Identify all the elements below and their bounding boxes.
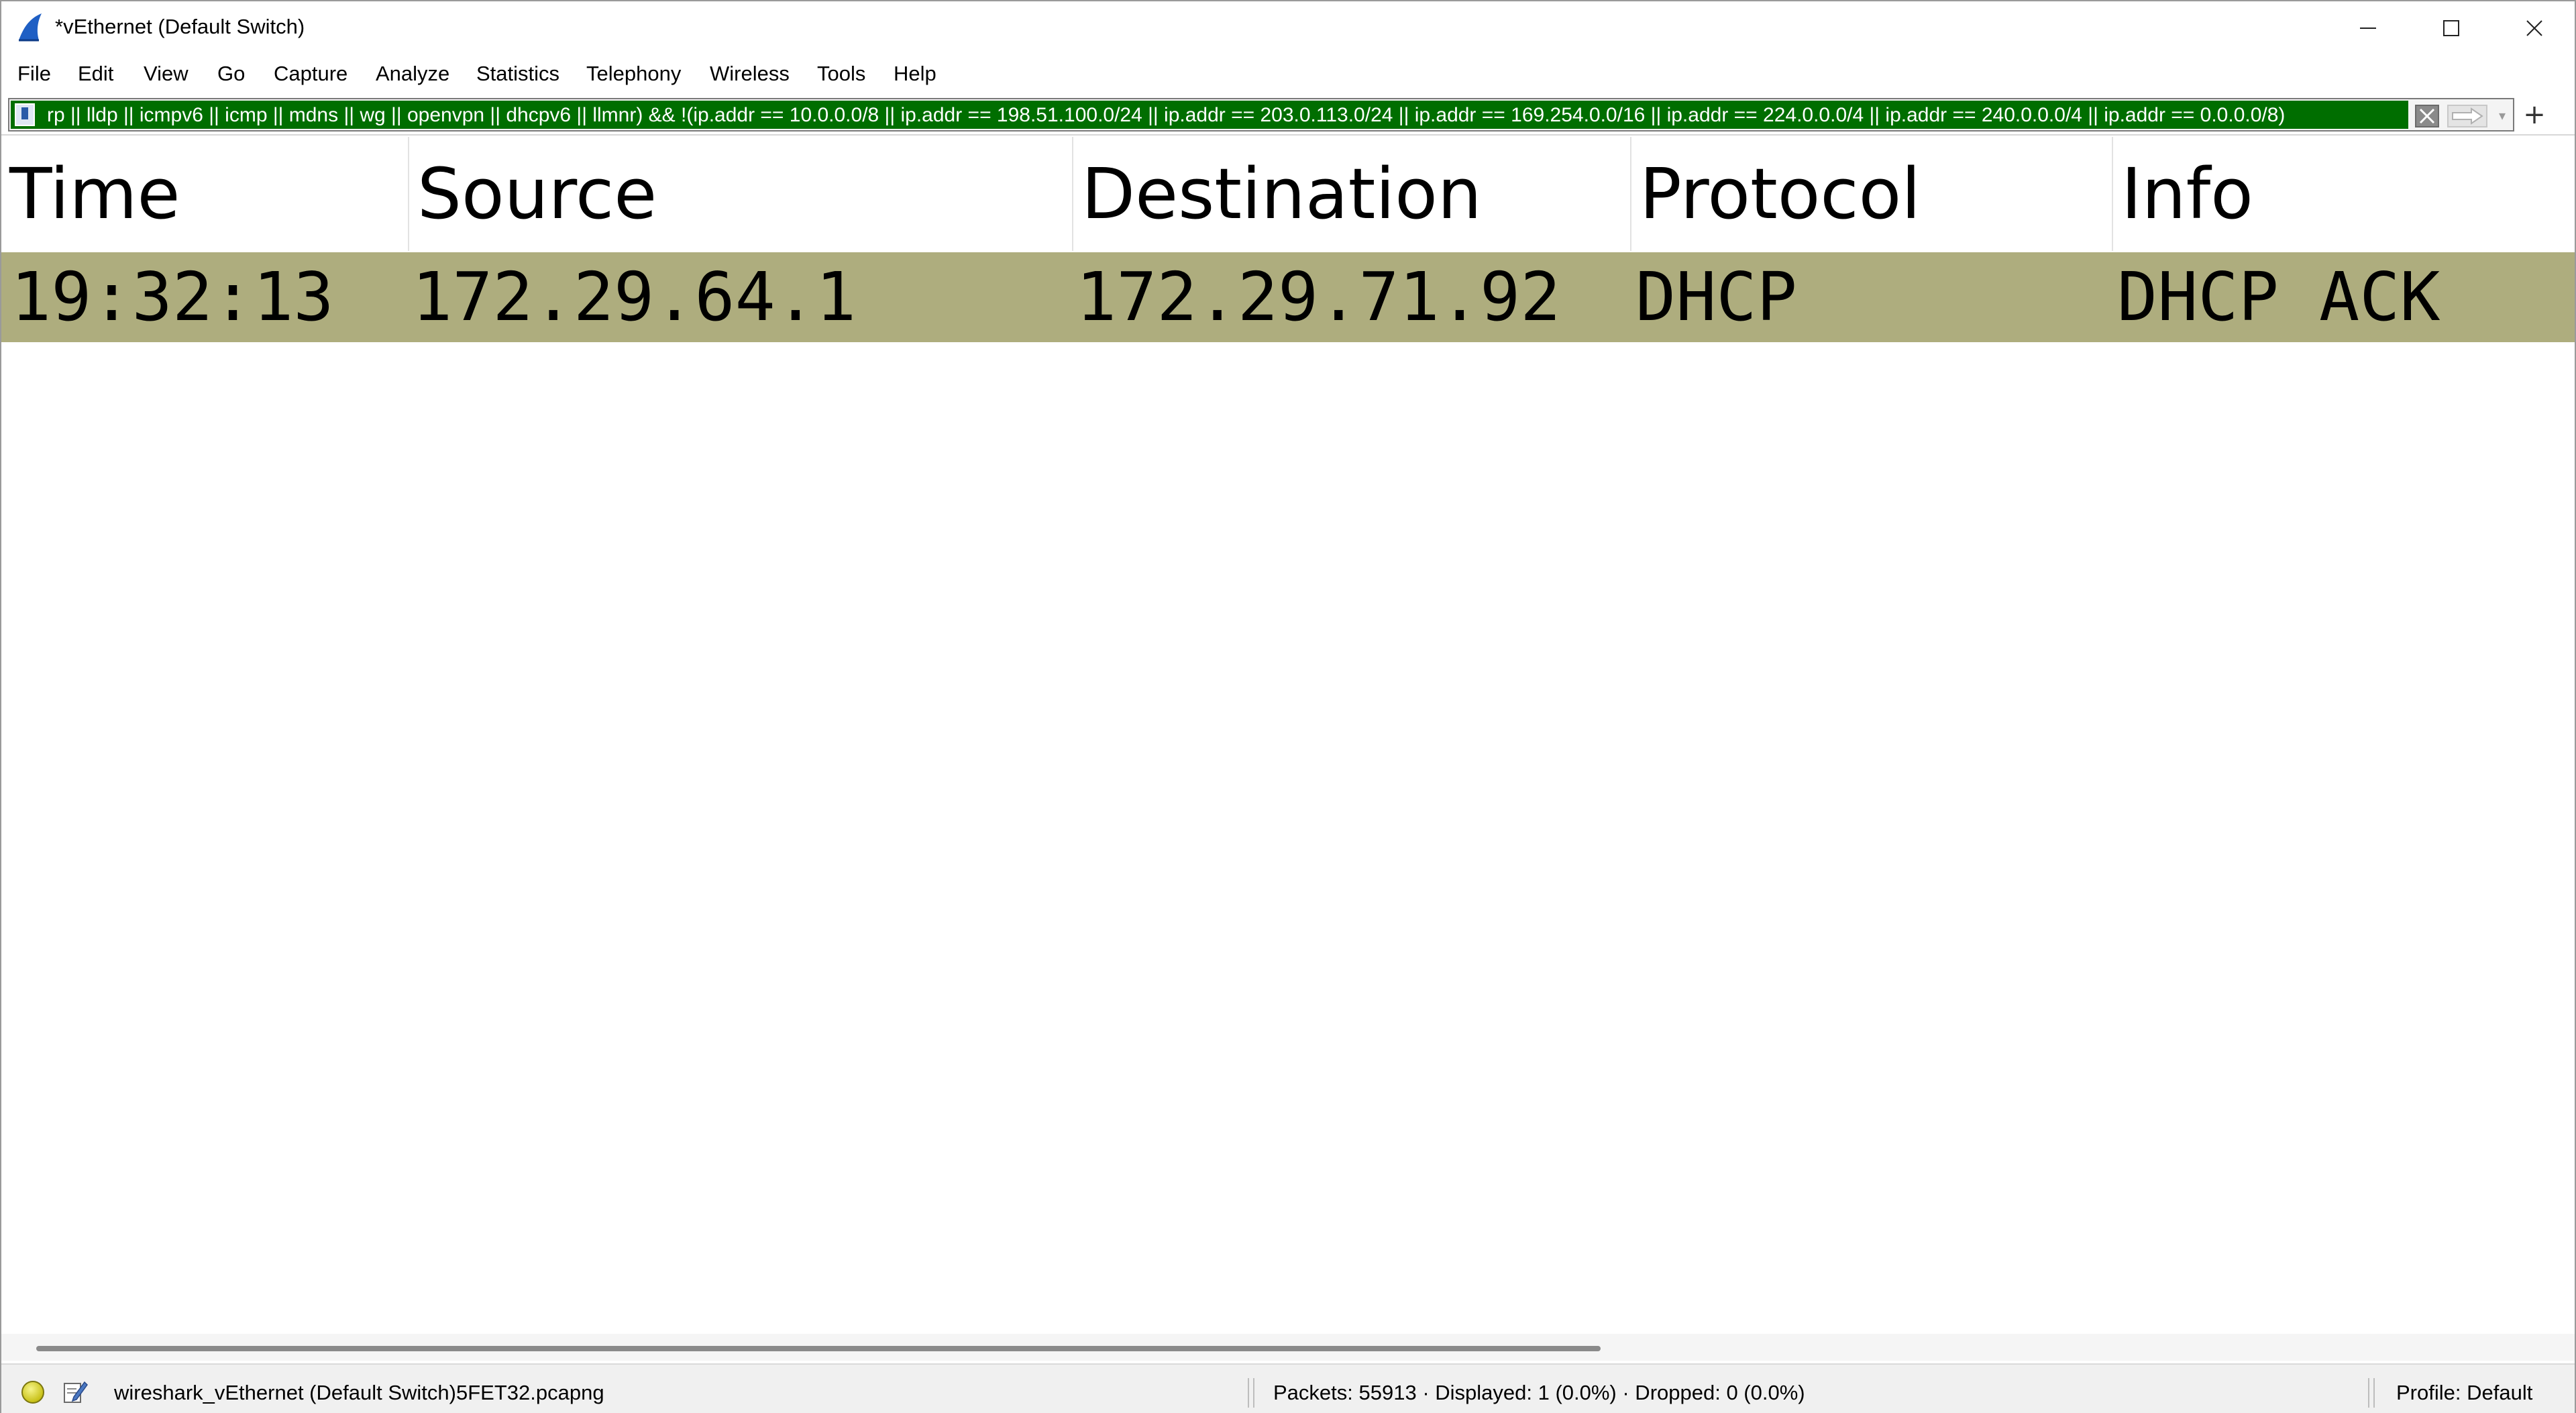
apply-arrow-icon: [2452, 107, 2483, 125]
column-header-time[interactable]: Time: [1, 137, 408, 251]
maximize-button[interactable]: [2410, 1, 2493, 55]
status-separator: [2373, 1378, 2375, 1408]
status-packet-counts: Packets: 55913 · Displayed: 1 (0.0%) · D…: [1273, 1381, 1805, 1404]
status-capture-file: wireshark_vEthernet (Default Switch)5FET…: [114, 1381, 604, 1404]
clear-filter-icon: [2419, 108, 2435, 124]
bookmark-icon[interactable]: [15, 103, 35, 126]
minimize-button[interactable]: [2326, 1, 2410, 55]
chevron-down-icon: ▾: [2498, 109, 2506, 123]
minimize-icon: [2360, 28, 2376, 29]
menu-tools[interactable]: Tools: [814, 60, 868, 87]
status-profile[interactable]: Profile: Default: [2396, 1379, 2532, 1406]
window-title: *vEthernet (Default Switch): [55, 15, 305, 38]
display-filter-valid-background: [11, 101, 2408, 129]
cell-protocol: DHCP: [1635, 258, 1797, 336]
status-bar: wireshark_vEthernet (Default Switch)5FET…: [1, 1363, 2575, 1413]
clear-filter-button[interactable]: [2415, 105, 2439, 127]
add-filter-button-icon[interactable]: +: [2520, 98, 2549, 132]
maximize-icon: [2443, 20, 2459, 36]
packet-list[interactable]: Time Source Destination Protocol Info 19…: [1, 137, 2575, 1334]
menu-wireless[interactable]: Wireless: [707, 60, 792, 87]
column-header-info[interactable]: Info: [2113, 137, 2575, 251]
status-separator: [2368, 1378, 2369, 1408]
menu-bar: File Edit View Go Capture Analyze Statis…: [1, 55, 2575, 93]
menu-view[interactable]: View: [141, 60, 191, 87]
display-filter-input[interactable]: [46, 103, 2407, 127]
menu-capture[interactable]: Capture: [271, 60, 350, 87]
title-bar: *vEthernet (Default Switch): [1, 1, 2575, 55]
menu-file[interactable]: File: [15, 60, 54, 87]
packet-list-header: Time Source Destination Protocol Info: [1, 137, 2575, 251]
cell-destination: 172.29.71.92: [1076, 258, 1561, 336]
menu-statistics[interactable]: Statistics: [474, 60, 562, 87]
menu-help[interactable]: Help: [891, 60, 939, 87]
wireshark-fin-icon: [19, 13, 42, 42]
close-button[interactable]: [2493, 1, 2576, 55]
menu-edit[interactable]: Edit: [75, 60, 116, 87]
apply-filter-button[interactable]: [2447, 105, 2487, 127]
wireshark-window: *vEthernet (Default Switch) File Edit Vi…: [0, 0, 2576, 1413]
cell-time: 19:32:13: [11, 258, 334, 336]
menu-telephony[interactable]: Telephony: [584, 60, 684, 87]
status-separator: [1248, 1378, 1249, 1408]
menu-analyze[interactable]: Analyze: [373, 60, 452, 87]
capture-status-led-icon[interactable]: [21, 1381, 44, 1404]
status-separator: [1253, 1378, 1254, 1408]
scrollbar-thumb[interactable]: [36, 1346, 1601, 1351]
capture-comment-icon[interactable]: [62, 1378, 89, 1405]
horizontal-scrollbar[interactable]: [1, 1334, 2575, 1361]
menu-go[interactable]: Go: [215, 60, 248, 87]
cell-info: DHCP ACK: [2117, 258, 2440, 336]
column-header-destination[interactable]: Destination: [1073, 137, 1630, 251]
column-header-source[interactable]: Source: [409, 137, 1072, 251]
display-filter-toolbar: ▾ +: [1, 95, 2575, 136]
display-filter-box: ▾: [8, 98, 2514, 132]
cell-source: 172.29.64.1: [412, 258, 857, 336]
close-icon: [2526, 20, 2542, 36]
filter-history-dropdown[interactable]: ▾: [2493, 106, 2512, 126]
column-header-protocol[interactable]: Protocol: [1631, 137, 2112, 251]
packet-row[interactable]: 19:32:13 172.29.64.1 172.29.71.92 DHCP D…: [1, 252, 2575, 342]
